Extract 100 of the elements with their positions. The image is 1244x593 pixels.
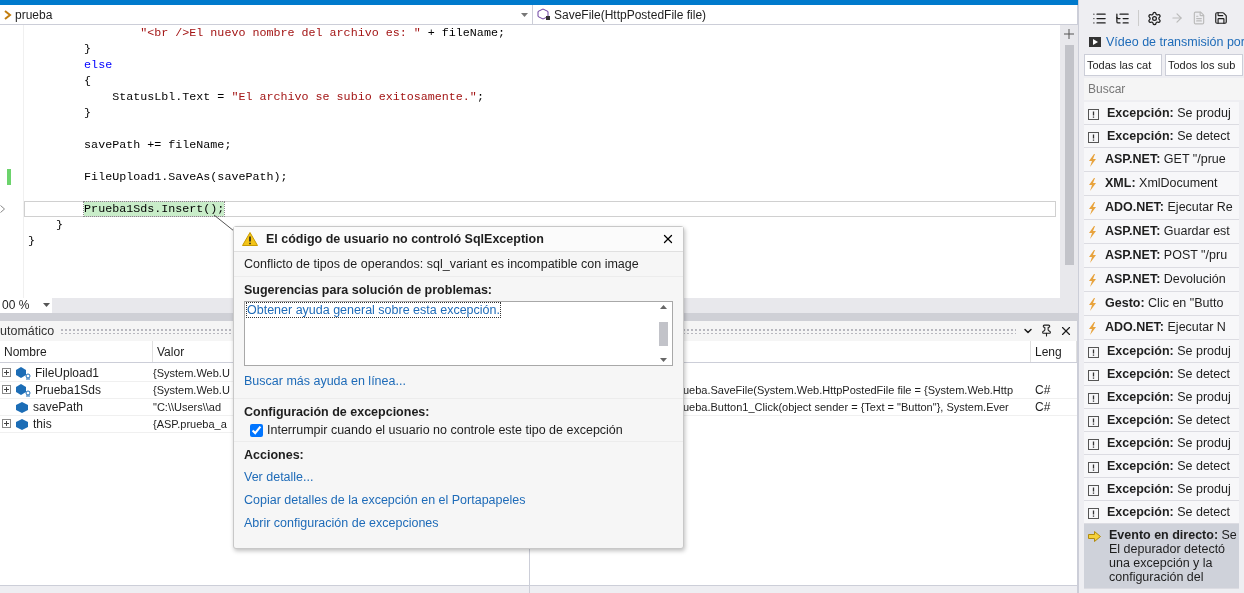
- scroll-up-icon[interactable]: [660, 305, 667, 309]
- settings-icon[interactable]: [1147, 10, 1162, 26]
- current-line-icon: [0, 205, 5, 213]
- exception-icon: [1088, 109, 1099, 120]
- event-item[interactable]: XML: XmlDocument: [1084, 172, 1239, 196]
- event-item[interactable]: Excepción: Se detect: [1084, 455, 1239, 478]
- section-heading: Acciones:: [244, 448, 305, 462]
- event-item[interactable]: ASP.NET: Guardar est: [1084, 220, 1239, 244]
- event-text: Excepción: Se detect: [1107, 367, 1230, 381]
- member-name: SaveFile(HttpPostedFile file): [554, 7, 707, 22]
- exception-icon: [1088, 132, 1099, 143]
- exception-message: Conflicto de tipos de operandos: sql_variant es incompatible con image: [234, 252, 683, 277]
- frame-language: C#: [1034, 382, 1052, 397]
- leader-line: [213, 214, 235, 232]
- event-item[interactable]: ASP.NET: GET "/prue: [1084, 148, 1239, 172]
- break-checkbox[interactable]: [250, 423, 263, 437]
- event-item[interactable]: ASP.NET: POST "/pru: [1084, 244, 1239, 268]
- event-text: Excepción: Se produj: [1107, 344, 1231, 358]
- event-item[interactable]: ASP.NET: Devolución: [1084, 268, 1239, 292]
- list-icon[interactable]: [1092, 10, 1107, 26]
- variable-name: this: [33, 416, 52, 431]
- event-item[interactable]: Evento en directo: Se El depurador detectó una excepción y la configuración del: [1084, 524, 1239, 589]
- lightning-icon: [1088, 298, 1097, 311]
- event-item[interactable]: Excepción: Se detect: [1084, 125, 1239, 148]
- lightning-icon: [1088, 178, 1097, 191]
- search-field[interactable]: Buscar: [1084, 78, 1244, 100]
- code-line: "<br />El nuevo nombre del archivo es: " + fileName;: [139, 26, 505, 40]
- event-item[interactable]: Excepción: Se produj: [1084, 432, 1239, 455]
- event-text: ADO.NET: Ejecutar N: [1105, 320, 1226, 334]
- event-item[interactable]: Excepción: Se produj: [1084, 386, 1239, 409]
- warning-icon: [242, 232, 258, 246]
- action-link[interactable]: Copiar detalles de la excepción en el Portapapeles: [244, 493, 673, 507]
- event-text: XML: XmlDocument: [1105, 176, 1218, 190]
- variable-name: savePath: [33, 399, 84, 414]
- lightning-icon: [1088, 322, 1097, 335]
- event-text: Gesto: Clic en "Butto: [1105, 296, 1224, 310]
- column-header[interactable]: Leng: [1031, 340, 1077, 362]
- expand-icon[interactable]: [2, 385, 11, 394]
- code-line: StatusLbl.Text = "El archivo se subio exitosamente.";: [111, 90, 484, 104]
- pin-icon[interactable]: [1040, 324, 1053, 337]
- help-link[interactable]: Obtener ayuda general sobre esta excepción.: [247, 303, 500, 317]
- current-statement-highlight: Prueba1Sds.Insert();: [84, 202, 225, 216]
- event-text: Excepción: Se detect: [1107, 129, 1230, 143]
- action-link[interactable]: Ver detalle...: [244, 470, 673, 484]
- code-line: savePath += fileName;: [83, 138, 232, 152]
- variable-value: {ASP.prueba_a: [153, 417, 227, 430]
- event-item[interactable]: Excepción: Se produj: [1084, 340, 1239, 363]
- expand-icon[interactable]: [2, 368, 11, 377]
- code-line: }: [83, 106, 92, 120]
- vertical-scrollbar[interactable]: [1060, 25, 1078, 298]
- dropdown-arrow-icon: [521, 12, 528, 17]
- frame-language: C#: [1034, 399, 1052, 414]
- event-text: Excepción: Se produj: [1107, 482, 1231, 496]
- section-heading: Configuración de excepciones:: [244, 405, 431, 419]
- variable-name: Prueba1Sds: [35, 382, 102, 397]
- arrow-icon: [1088, 531, 1101, 542]
- code-line: }: [55, 218, 64, 232]
- scrollbar-thumb[interactable]: [1064, 45, 1074, 265]
- class-icon: [4, 9, 12, 20]
- tree-list-icon[interactable]: [1115, 10, 1130, 26]
- variable-value: {System.Web.U: [153, 383, 230, 396]
- scrollbar-thumb[interactable]: [659, 321, 668, 346]
- code-line: }: [28, 234, 35, 248]
- event-item[interactable]: Gesto: Clic en "Butto: [1084, 292, 1239, 316]
- close-button[interactable]: [661, 232, 675, 246]
- column-header[interactable]: Nombre: [0, 340, 153, 362]
- category-filter[interactable]: Todas las cat: [1084, 54, 1162, 76]
- dropdown-arrow-icon: [43, 303, 50, 307]
- save-icon[interactable]: [1214, 11, 1228, 25]
- subcategory-filter[interactable]: Todos los sub: [1165, 54, 1243, 76]
- event-item[interactable]: Excepción: Se produj: [1084, 102, 1239, 125]
- checkbox-label: Interrumpir cuando el usuario no controle este tipo de excepción: [267, 423, 623, 437]
- event-item[interactable]: ADO.NET: Ejecutar Re: [1084, 196, 1239, 220]
- code-line: FileUpload1.SaveAs(savePath);: [83, 170, 288, 184]
- event-text: Excepción: Se produj: [1107, 436, 1231, 450]
- exception-icon: [1088, 393, 1099, 404]
- panel-title: utomático: [0, 323, 55, 338]
- online-help-link[interactable]: Buscar más ayuda en línea...: [244, 374, 673, 388]
- event-item[interactable]: ADO.NET: Ejecutar N: [1084, 316, 1239, 340]
- event-item[interactable]: Excepción: Se produj: [1084, 478, 1239, 501]
- stack-frame: ueba.Button1_Click(object sender = {Text = "Button"}, System.Ever: [683, 400, 1031, 413]
- event-item[interactable]: Excepción: Se detect: [1084, 409, 1239, 432]
- section-heading: Sugerencias para solución de problemas:: [244, 283, 493, 297]
- expand-icon[interactable]: [2, 419, 11, 428]
- variable-value: "C:\\Users\\ad: [153, 400, 222, 413]
- exception-icon: [1088, 462, 1099, 473]
- action-link[interactable]: Abrir configuración de excepciones: [244, 516, 673, 530]
- event-text: ADO.NET: Ejecutar Re: [1105, 200, 1233, 214]
- lightning-icon: [1088, 226, 1097, 239]
- event-item[interactable]: Excepción: Se detect: [1084, 363, 1239, 386]
- code-line: else: [83, 58, 113, 72]
- object-member-icon: [15, 382, 31, 397]
- video-link[interactable]: Vídeo de transmisión por: [1106, 35, 1244, 49]
- event-text: ASP.NET: GET "/prue: [1105, 152, 1226, 166]
- exception-icon: [1088, 439, 1099, 450]
- video-icon: [1089, 37, 1101, 47]
- event-text: ASP.NET: Devolución: [1105, 272, 1226, 286]
- exception-icon: [1088, 508, 1099, 519]
- event-text: ASP.NET: Guardar est: [1105, 224, 1230, 238]
- event-item[interactable]: Excepción: Se detect: [1084, 501, 1239, 524]
